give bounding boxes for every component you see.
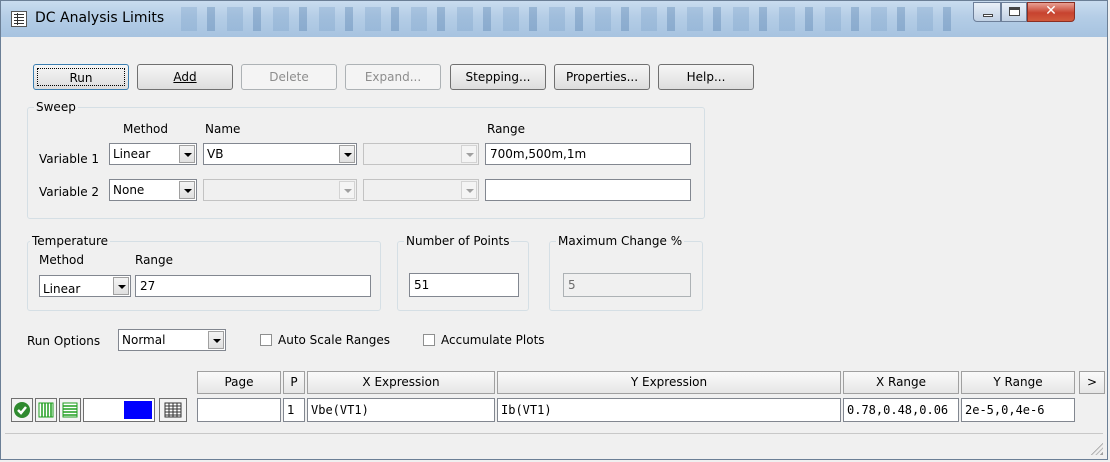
accumulate-plots-checkbox[interactable] xyxy=(423,334,435,346)
sweep-name-header: Name xyxy=(205,122,241,136)
x-expression-value: Vbe(VT1) xyxy=(311,403,369,417)
properties-button[interactable]: Properties... xyxy=(554,64,650,90)
variable2-label: Variable 2 xyxy=(39,185,100,199)
temperature-range-input[interactable]: 27 xyxy=(135,275,371,297)
expand-button[interactable]: Expand... xyxy=(345,64,441,90)
horizontal-grid-button[interactable] xyxy=(59,398,81,422)
number-of-points-label: Number of Points xyxy=(404,234,512,248)
run-options-value: Normal xyxy=(122,333,166,347)
window-title: DC Analysis Limits xyxy=(35,10,165,26)
variable1-name-value: VB xyxy=(207,147,224,161)
stepping-button[interactable]: Stepping... xyxy=(450,64,546,90)
temperature-method-header: Method xyxy=(39,253,85,267)
table-icon xyxy=(164,402,182,418)
x-range-value: 0.78,0.48,0.06 xyxy=(847,403,949,417)
variable2-range-input[interactable] xyxy=(485,179,691,201)
header-page[interactable]: Page xyxy=(197,371,281,394)
chevron-down-icon[interactable] xyxy=(461,145,477,163)
run-options-select[interactable]: Normal xyxy=(118,329,226,351)
add-button-label: Add xyxy=(173,70,197,84)
header-x-range[interactable]: X Range xyxy=(843,371,959,394)
chevron-down-icon[interactable] xyxy=(461,181,477,199)
variable1-range-input[interactable]: 700m,500m,1m xyxy=(485,143,691,165)
variable2-method-value: None xyxy=(113,183,145,197)
accumulate-plots-label: Accumulate Plots xyxy=(441,333,545,347)
chevron-down-icon[interactable] xyxy=(179,181,195,199)
cell-y-expression-input[interactable]: Ib(VT1) xyxy=(497,398,841,422)
help-button-label: Help... xyxy=(686,70,726,84)
minimize-button[interactable] xyxy=(973,2,1001,22)
maximum-change-input[interactable]: 5 xyxy=(563,273,691,297)
resize-grip-icon[interactable] xyxy=(1091,443,1103,455)
chevron-down-icon[interactable] xyxy=(179,145,195,163)
sweep-group-label: Sweep xyxy=(34,100,78,114)
variable1-method-value: Linear xyxy=(113,147,151,161)
run-button[interactable]: Run xyxy=(33,64,129,90)
title-bar-decoration xyxy=(181,7,961,31)
variable2-secondary-select[interactable] xyxy=(363,179,479,201)
chevron-down-icon[interactable] xyxy=(208,331,224,349)
color-swatch-icon xyxy=(124,401,152,419)
cell-page-input[interactable] xyxy=(197,398,281,422)
y-expression-value: Ib(VT1) xyxy=(501,403,552,417)
maximum-change-label: Maximum Change % xyxy=(556,234,685,248)
temperature-method-value: Linear xyxy=(43,282,81,296)
close-button[interactable]: ✕ xyxy=(1027,2,1075,22)
horizontal-grid-icon xyxy=(62,402,78,418)
sweep-range-header: Range xyxy=(487,122,526,136)
help-button[interactable]: Help... xyxy=(658,64,754,90)
close-icon: ✕ xyxy=(1045,3,1057,19)
enable-plot-button[interactable] xyxy=(11,398,33,422)
scroll-right-button[interactable]: > xyxy=(1079,371,1105,394)
maximize-button[interactable] xyxy=(1001,2,1027,22)
number-of-points-input[interactable]: 51 xyxy=(409,273,519,297)
temperature-range-header: Range xyxy=(135,253,174,267)
variable1-label: Variable 1 xyxy=(39,152,100,166)
dc-analysis-limits-window: DC Analysis Limits ✕ Run Add Delete Expa… xyxy=(0,0,1108,460)
check-circle-icon xyxy=(14,402,30,418)
vertical-grid-icon xyxy=(38,402,54,418)
title-bar[interactable]: DC Analysis Limits ✕ xyxy=(1,1,1107,37)
app-icon[interactable] xyxy=(11,11,27,27)
chevron-down-icon[interactable] xyxy=(339,181,355,199)
cell-x-range-input[interactable]: 0.78,0.48,0.06 xyxy=(843,398,959,422)
sweep-method-header: Method xyxy=(123,122,169,136)
expand-button-label: Expand... xyxy=(364,70,422,84)
run-options-label: Run Options xyxy=(27,334,100,348)
cell-p-input[interactable]: 1 xyxy=(283,398,305,422)
variable1-name-select[interactable]: VB xyxy=(203,143,357,165)
stepping-button-label: Stepping... xyxy=(465,70,531,84)
header-x-expression[interactable]: X Expression xyxy=(307,371,495,394)
cell-y-range-input[interactable]: 2e-5,0,4e-6 xyxy=(961,398,1075,422)
table-button[interactable] xyxy=(159,398,187,422)
chevron-down-icon[interactable] xyxy=(339,145,355,163)
temperature-method-select[interactable]: Linear xyxy=(39,275,131,297)
temperature-group-label: Temperature xyxy=(30,234,111,248)
header-y-range[interactable]: Y Range xyxy=(961,371,1075,394)
status-bar xyxy=(5,433,1103,458)
chevron-down-icon[interactable] xyxy=(113,277,129,295)
delete-button[interactable]: Delete xyxy=(241,64,337,90)
run-button-label: Run xyxy=(37,68,125,86)
header-p[interactable]: P xyxy=(283,371,305,394)
variable1-method-select[interactable]: Linear xyxy=(109,143,197,165)
variable2-method-select[interactable]: None xyxy=(109,179,197,201)
y-range-value: 2e-5,0,4e-6 xyxy=(965,403,1045,417)
cell-x-expression-input[interactable]: Vbe(VT1) xyxy=(307,398,495,422)
auto-scale-checkbox[interactable] xyxy=(260,334,272,346)
properties-button-label: Properties... xyxy=(565,70,639,84)
variable2-name-select[interactable] xyxy=(203,179,357,201)
variable1-secondary-select[interactable] xyxy=(363,143,479,165)
color-swatch-button[interactable] xyxy=(83,398,155,422)
add-button[interactable]: Add xyxy=(137,64,233,90)
delete-button-label: Delete xyxy=(269,70,309,84)
auto-scale-label: Auto Scale Ranges xyxy=(278,333,391,347)
header-y-expression[interactable]: Y Expression xyxy=(497,371,841,394)
vertical-grid-button[interactable] xyxy=(35,398,57,422)
run-options-label-text: Run Options xyxy=(27,334,101,348)
